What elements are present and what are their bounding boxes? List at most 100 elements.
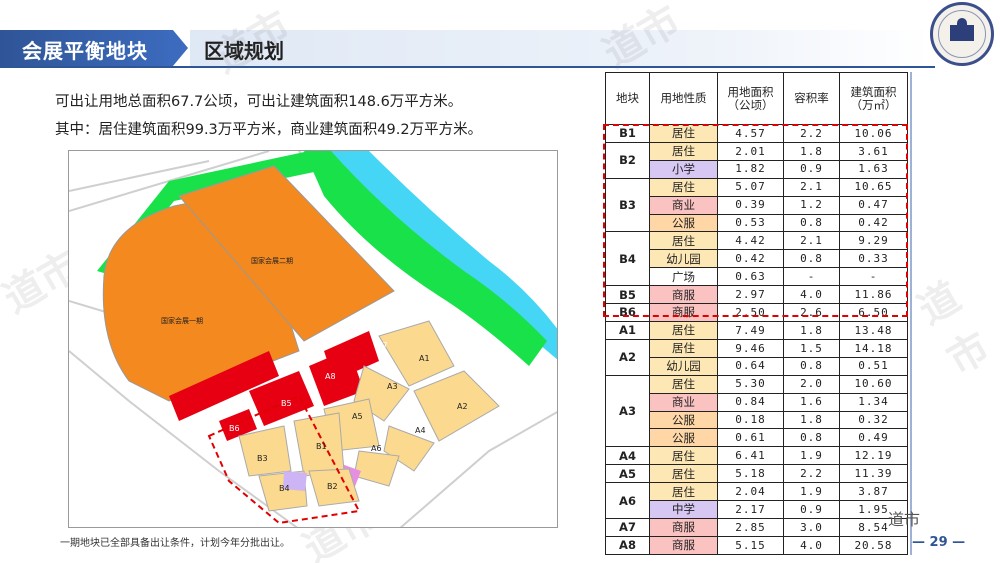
map-note: 一期地块已全部具备出让条件，计划今年分批出让。 bbox=[60, 538, 290, 549]
far-cell: 2.2 bbox=[783, 124, 840, 143]
section-title: 会展平衡地块 bbox=[22, 39, 148, 63]
use-cell: 商服 bbox=[649, 285, 718, 305]
use-cell: 广场 bbox=[649, 267, 718, 287]
far-cell: 0.8 bbox=[783, 428, 840, 448]
parcel-code: A3 bbox=[605, 374, 650, 448]
label-a6: A6 bbox=[371, 444, 382, 453]
table-row: A7 商服 2.85 3.0 8.54 bbox=[605, 517, 908, 537]
parcel-code: B5 bbox=[605, 285, 650, 305]
use-cell: 居住 bbox=[649, 482, 718, 502]
watermark: 道市 bbox=[910, 273, 998, 384]
header-area: 用地面积 （公顷） bbox=[717, 72, 784, 125]
area-cell: 0.64 bbox=[717, 356, 784, 376]
far-cell: 2.1 bbox=[783, 177, 840, 197]
use-cell: 公服 bbox=[649, 213, 718, 233]
use-cell: 幼儿园 bbox=[649, 249, 718, 269]
header-divider bbox=[0, 66, 935, 68]
far-cell: 2.6 bbox=[783, 303, 840, 322]
label-a7: A7 bbox=[377, 341, 388, 350]
use-cell: 商业 bbox=[649, 392, 718, 412]
table-row: A5 居住 5.18 2.2 11.39 bbox=[605, 464, 908, 484]
parcel-code: B6 bbox=[605, 303, 650, 322]
gfa-cell: 10.65 bbox=[839, 177, 908, 197]
intro-line-1: 可出让用地总面积67.7公顷，可出让建筑面积148.6万平方米。 bbox=[55, 94, 463, 110]
area-cell: 5.30 bbox=[717, 374, 784, 394]
gfa-cell: 0.32 bbox=[839, 410, 908, 430]
far-cell: 1.5 bbox=[783, 338, 840, 358]
gfa-cell: 1.34 bbox=[839, 392, 908, 412]
table-body: B1 居住 4.57 2.2 10.06 B2 居住 2.01 1.8 3.61 小学 1.82 0.9… bbox=[605, 124, 908, 556]
label-a1: A1 bbox=[419, 354, 430, 363]
far-cell: 1.9 bbox=[783, 482, 840, 502]
use-cell: 居住 bbox=[649, 124, 718, 143]
table-row: 广场 0.63- - bbox=[606, 267, 908, 287]
area-cell: 0.18 bbox=[717, 410, 784, 430]
label-a4: A4 bbox=[415, 426, 426, 435]
table-row: B3 居住 5.07 2.1 10.65 bbox=[605, 177, 908, 233]
area-cell: 5.15 bbox=[717, 535, 784, 556]
gfa-cell: 3.61 bbox=[839, 141, 908, 161]
table-row: A3 居住 5.30 2.0 10.60 bbox=[605, 374, 908, 448]
use-cell: 商业 bbox=[649, 195, 718, 215]
table-row: A6 居住 2.04 1.9 3.87 bbox=[605, 482, 908, 519]
parcel-code: A8 bbox=[605, 535, 650, 556]
intro-line-2: 其中：居住建筑面积99.3万平方米，商业建筑面积49.2万平方米。 bbox=[55, 122, 483, 138]
label-b6: B6 bbox=[229, 424, 240, 433]
use-cell: 居住 bbox=[649, 320, 718, 340]
use-cell: 居住 bbox=[649, 446, 718, 466]
use-cell: 公服 bbox=[649, 410, 718, 430]
table-row: 商业 0.39 1.2 0.47 bbox=[606, 195, 908, 215]
block-a6 bbox=[353, 450, 400, 487]
label-b5: B5 bbox=[281, 399, 292, 408]
far-cell: - bbox=[783, 267, 840, 287]
title-bar: 区域规划 bbox=[190, 30, 930, 66]
far-cell: 2.0 bbox=[783, 374, 840, 394]
label-b4: B4 bbox=[279, 484, 290, 493]
parcel-code: B2 bbox=[605, 141, 650, 179]
table-row: 小学 1.82 0.9 1.63 bbox=[606, 159, 908, 179]
area-cell: 2.97 bbox=[717, 285, 784, 305]
table-row: A1 居住 7.49 1.8 13.48 bbox=[605, 320, 908, 340]
area-cell: 0.39 bbox=[717, 195, 784, 215]
gfa-cell: 0.49 bbox=[839, 428, 908, 448]
use-cell: 居住 bbox=[649, 231, 718, 251]
far-cell: 0.8 bbox=[783, 213, 840, 233]
table-row: B1 居住 4.57 2.2 10.06 bbox=[605, 124, 908, 143]
table-row: 公服 0.61 0.8 0.49 bbox=[606, 428, 908, 448]
label-a2: A2 bbox=[457, 402, 468, 411]
table-row: A4 居住 6.41 1.9 12.19 bbox=[605, 446, 908, 466]
far-cell: 1.8 bbox=[783, 410, 840, 430]
area-cell: 0.61 bbox=[717, 428, 784, 448]
area-cell: 2.01 bbox=[717, 141, 784, 161]
gfa-cell: 20.58 bbox=[839, 535, 908, 556]
label-a8: A8 bbox=[325, 372, 336, 381]
parcel-code: A7 bbox=[605, 517, 650, 537]
area-cell: 0.63 bbox=[717, 267, 784, 287]
institution-logo-icon bbox=[930, 2, 994, 66]
far-cell: 1.8 bbox=[783, 141, 840, 161]
area-cell: 9.46 bbox=[717, 338, 784, 358]
header-row: 地块 用地性质 用地面积 （公顷） 容积率 建筑面积 （万㎡） bbox=[605, 72, 908, 125]
area-cell: 2.17 bbox=[717, 500, 784, 519]
table-row: A8 商服 5.15 4.0 20.58 bbox=[605, 535, 908, 556]
planning-map-svg: 国家会展一期 国家会展二期 A1 A2 A3 A4 A5 A6 A7 A8 B1… bbox=[69, 151, 557, 527]
far-cell: 1.8 bbox=[783, 320, 840, 340]
label-b2: B2 bbox=[327, 482, 338, 491]
far-cell: 1.9 bbox=[783, 446, 840, 466]
use-cell: 居住 bbox=[649, 464, 718, 484]
parcel-code: A6 bbox=[605, 482, 650, 519]
gfa-cell: 11.86 bbox=[839, 285, 908, 305]
header-far: 容积率 bbox=[783, 72, 840, 125]
table-row: 幼儿园 0.64 0.8 0.51 bbox=[606, 356, 908, 376]
use-cell: 居住 bbox=[649, 141, 718, 161]
area-cell: 6.41 bbox=[717, 446, 784, 466]
header-parcel: 地块 bbox=[605, 72, 650, 125]
far-cell: 4.0 bbox=[783, 535, 840, 556]
area-cell: 0.42 bbox=[717, 249, 784, 269]
label-b3: B3 bbox=[257, 454, 268, 463]
gfa-cell: 10.60 bbox=[839, 374, 908, 394]
parcel-code: A4 bbox=[605, 446, 650, 466]
area-cell: 0.84 bbox=[717, 392, 784, 412]
gfa-cell: 3.87 bbox=[839, 482, 908, 502]
watermark-badge: 道市 bbox=[888, 510, 921, 529]
